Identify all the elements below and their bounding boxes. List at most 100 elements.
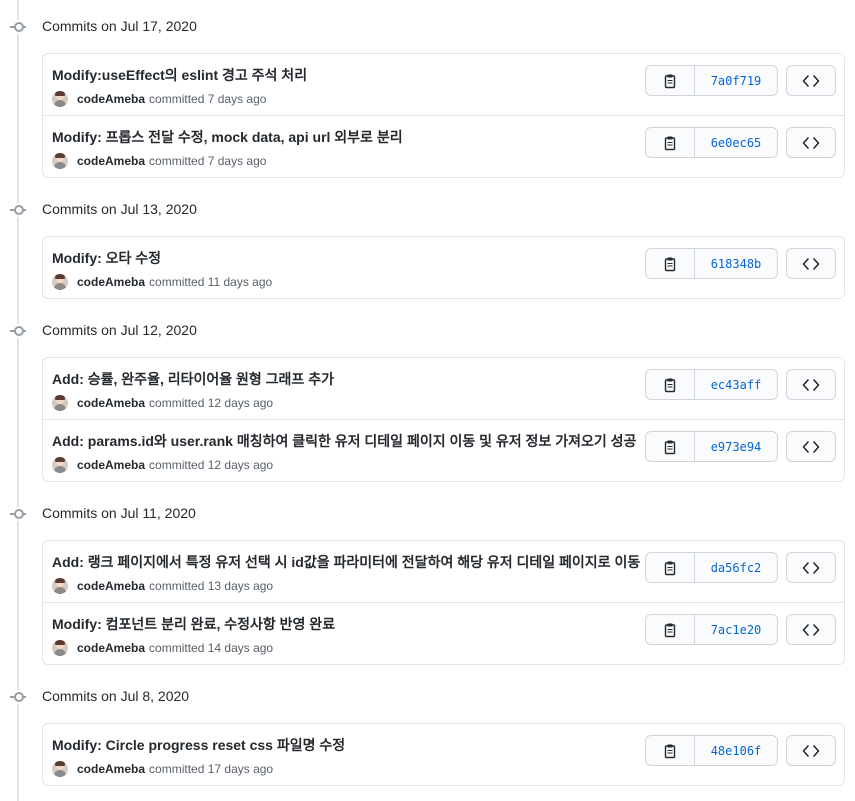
commit-author-link[interactable]: codeAmeba <box>77 154 145 168</box>
commit-sha-button-group: 7ac1e20 <box>645 614 778 645</box>
commit-meta: codeAmeba committed 12 days ago <box>52 394 273 412</box>
avatar[interactable] <box>52 274 68 290</box>
code-icon <box>802 440 820 454</box>
commit-sha-link[interactable]: 7a0f719 <box>695 66 777 95</box>
copy-sha-button[interactable] <box>646 553 695 582</box>
avatar[interactable] <box>52 761 68 777</box>
avatar[interactable] <box>52 457 68 473</box>
commit-sha-button-group: 618348b <box>645 248 778 279</box>
browse-repository-button[interactable] <box>786 431 836 462</box>
commit-group-header: Commits on Jul 12, 2020 <box>0 321 400 341</box>
copy-sha-button[interactable] <box>646 370 695 399</box>
commit-row: Modify: 컴포넌트 분리 완료, 수정사항 반영 완료 codeAmeba c… <box>43 602 844 664</box>
code-icon <box>802 561 820 575</box>
copy-sha-button[interactable] <box>646 432 695 461</box>
browse-repository-button[interactable] <box>786 248 836 279</box>
commit-message-link[interactable]: Add: 랭크 페이지에서 특정 유저 선택 시 id값을 파라미터에 전달하여… <box>52 552 640 572</box>
commit-sha-button-group: 7a0f719 <box>645 65 778 96</box>
commit-sha-button-group: da56fc2 <box>645 552 778 583</box>
timeline-line <box>17 0 19 801</box>
commit-sha-link[interactable]: 7ac1e20 <box>695 615 777 644</box>
commit-sha-button-group: ec43aff <box>645 369 778 400</box>
commit-group-date: Commits on Jul 8, 2020 <box>42 688 190 704</box>
copy-sha-button[interactable] <box>646 249 695 278</box>
commit-message-link[interactable]: Modify: 프롭스 전달 수정, mock data, api url 외부… <box>52 127 403 147</box>
clipboard-icon <box>662 135 678 151</box>
code-icon <box>802 378 820 392</box>
code-icon <box>802 623 820 637</box>
browse-repository-button[interactable] <box>786 127 836 158</box>
commit-sha-link[interactable]: da56fc2 <box>695 553 777 582</box>
code-icon <box>802 74 820 88</box>
copy-sha-button[interactable] <box>646 128 695 157</box>
git-commit-icon <box>10 203 26 217</box>
avatar[interactable] <box>52 153 68 169</box>
browse-repository-button[interactable] <box>786 65 836 96</box>
commit-meta: codeAmeba committed 12 days ago <box>52 456 273 474</box>
commit-message-link[interactable]: Modify: 오타 수정 <box>52 248 161 268</box>
avatar[interactable] <box>52 91 68 107</box>
avatar[interactable] <box>52 395 68 411</box>
commit-author-link[interactable]: codeAmeba <box>77 458 145 472</box>
commit-author-link[interactable]: codeAmeba <box>77 641 145 655</box>
browse-repository-button[interactable] <box>786 369 836 400</box>
clipboard-icon <box>662 377 678 393</box>
commit-list: Add: 랭크 페이지에서 특정 유저 선택 시 id값을 파라미터에 전달하여… <box>42 540 845 665</box>
commit-row: Modify:useEffect의 eslint 경고 주석 처리 codeAme… <box>43 54 844 115</box>
commit-meta: codeAmeba committed 13 days ago <box>52 577 273 595</box>
commit-list: Modify: Circle progress reset css 파일명 수정… <box>42 723 845 786</box>
commit-meta: codeAmeba committed 7 days ago <box>52 90 266 108</box>
copy-sha-button[interactable] <box>646 66 695 95</box>
commit-message-link[interactable]: Modify:useEffect의 eslint 경고 주석 처리 <box>52 65 307 85</box>
clipboard-icon <box>662 256 678 272</box>
clipboard-icon <box>662 560 678 576</box>
commit-author-link[interactable]: codeAmeba <box>77 275 145 289</box>
commit-message-link[interactable]: Modify: 컴포넌트 분리 완료, 수정사항 반영 완료 <box>52 614 335 634</box>
commit-row: Modify: 오타 수정 codeAmeba committed 11 days … <box>43 237 844 298</box>
commit-author-link[interactable]: codeAmeba <box>77 92 145 106</box>
commit-row: Modify: 프롭스 전달 수정, mock data, api url 외부… <box>43 115 844 177</box>
commit-message-link[interactable]: Add: params.id와 user.rank 매칭하여 클릭한 유저 디테… <box>52 431 636 451</box>
commit-time: committed 14 days ago <box>149 641 274 655</box>
avatar[interactable] <box>52 578 68 594</box>
browse-repository-button[interactable] <box>786 552 836 583</box>
commit-timeline: Commits on Jul 17, 2020 Modify:useEffect의… <box>0 0 855 801</box>
commit-time: committed 13 days ago <box>149 579 274 593</box>
commit-meta: codeAmeba committed 11 days ago <box>52 273 272 291</box>
browse-repository-button[interactable] <box>786 614 836 645</box>
commit-time: committed 7 days ago <box>149 92 267 106</box>
commit-group-header: Commits on Jul 17, 2020 <box>0 17 400 37</box>
commit-row: Add: params.id와 user.rank 매칭하여 클릭한 유저 디테… <box>43 419 844 481</box>
commit-author-link[interactable]: codeAmeba <box>77 396 145 410</box>
commit-sha-link[interactable]: e973e94 <box>695 432 777 461</box>
commit-group-date: Commits on Jul 13, 2020 <box>42 201 197 217</box>
commit-message-link[interactable]: Modify: Circle progress reset css 파일명 수정 <box>52 735 345 755</box>
commit-sha-link[interactable]: 6e0ec65 <box>695 128 777 157</box>
copy-sha-button[interactable] <box>646 736 695 765</box>
git-commit-icon <box>10 507 26 521</box>
copy-sha-button[interactable] <box>646 615 695 644</box>
clipboard-icon <box>662 622 678 638</box>
commit-row: Add: 승률, 완주율, 리타이어율 원형 그래프 추가 codeAmeba co… <box>43 358 844 419</box>
code-icon <box>802 744 820 758</box>
clipboard-icon <box>662 73 678 89</box>
commit-sha-link[interactable]: 618348b <box>695 249 777 278</box>
commit-sha-link[interactable]: 48e106f <box>695 736 777 765</box>
commit-group-date: Commits on Jul 12, 2020 <box>42 322 197 338</box>
avatar[interactable] <box>52 640 68 656</box>
commit-time: committed 7 days ago <box>149 154 267 168</box>
commit-meta: codeAmeba committed 17 days ago <box>52 760 273 778</box>
commit-list: Add: 승률, 완주율, 리타이어율 원형 그래프 추가 codeAmeba co… <box>42 357 845 482</box>
git-commit-icon <box>10 324 26 338</box>
git-commit-icon <box>10 20 26 34</box>
commit-author-link[interactable]: codeAmeba <box>77 579 145 593</box>
code-icon <box>802 136 820 150</box>
commit-message-link[interactable]: Add: 승률, 완주율, 리타이어율 원형 그래프 추가 <box>52 369 334 389</box>
browse-repository-button[interactable] <box>786 735 836 766</box>
commit-sha-link[interactable]: ec43aff <box>695 370 777 399</box>
commit-author-link[interactable]: codeAmeba <box>77 762 145 776</box>
git-commit-icon <box>10 690 26 704</box>
clipboard-icon <box>662 439 678 455</box>
commit-sha-button-group: 6e0ec65 <box>645 127 778 158</box>
commit-group-header: Commits on Jul 8, 2020 <box>0 687 400 707</box>
